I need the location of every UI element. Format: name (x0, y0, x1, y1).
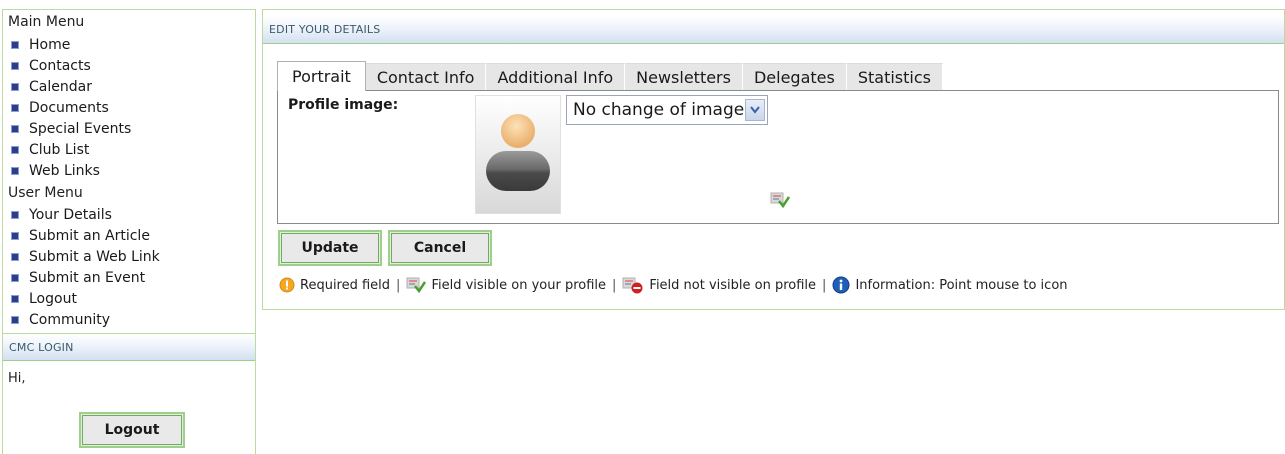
field-visible-icon (770, 192, 790, 209)
legend-separator: | (822, 277, 827, 293)
menu-item-special-events[interactable]: Special Events (11, 118, 131, 139)
field-legend: Required field | Field visible on your p… (279, 275, 1068, 295)
bullet-icon (11, 40, 19, 49)
logout-button[interactable]: Logout (79, 412, 185, 448)
menu-item-label: Submit an Article (29, 227, 150, 244)
image-change-select[interactable]: No change of image (566, 95, 768, 125)
menu-item-contacts[interactable]: Contacts (11, 55, 91, 76)
login-heading: CMC LOGIN (3, 333, 255, 361)
menu-item-submit-article[interactable]: Submit an Article (11, 225, 150, 246)
menu-item-label: Club List (29, 141, 90, 158)
menu-item-community[interactable]: Community (11, 309, 110, 330)
edit-details-panel: EDIT YOUR DETAILS Portrait Contact Info … (262, 9, 1285, 310)
greeting-text: Hi, (8, 371, 26, 386)
legend-info-text: Information: Point mouse to icon (855, 277, 1068, 293)
legend-separator: | (396, 277, 401, 293)
bullet-icon (11, 294, 19, 303)
profile-portrait (475, 95, 561, 214)
cancel-button[interactable]: Cancel (388, 230, 492, 266)
menu-item-logout[interactable]: Logout (11, 288, 77, 309)
menu-item-club-list[interactable]: Club List (11, 139, 89, 160)
bullet-icon (11, 61, 19, 70)
chevron-down-icon[interactable] (745, 99, 765, 121)
bullet-icon (11, 124, 19, 133)
legend-required-text: Required field (300, 277, 391, 293)
menu-item-label: Logout (29, 290, 77, 307)
main-menu-heading: Main Menu (8, 14, 85, 30)
sidebar: Main Menu Home Contacts Calendar Documen… (2, 9, 256, 454)
menu-item-home[interactable]: Home (11, 34, 70, 55)
required-field-icon (279, 277, 295, 293)
menu-item-label: Special Events (29, 120, 132, 137)
menu-item-label: Web Links (29, 162, 100, 179)
menu-item-documents[interactable]: Documents (11, 97, 109, 118)
bullet-icon (11, 103, 19, 112)
tab-delegates[interactable]: Delegates (742, 63, 847, 91)
bullet-icon (11, 82, 19, 91)
bullet-icon (11, 145, 19, 154)
menu-item-label: Submit a Web Link (29, 248, 160, 265)
tab-contact-info[interactable]: Contact Info (365, 63, 487, 91)
menu-item-label: Your Details (29, 206, 112, 223)
tab-portrait[interactable]: Portrait (277, 61, 366, 91)
menu-item-label: Contacts (29, 57, 91, 74)
portrait-tab-panel: Profile image: No change of image (277, 90, 1279, 224)
menu-item-label: Submit an Event (29, 269, 146, 286)
legend-not-visible-text: Field not visible on profile (649, 277, 817, 293)
menu-item-label: Documents (29, 99, 109, 116)
menu-item-web-links[interactable]: Web Links (11, 160, 100, 181)
menu-item-label: Home (29, 36, 71, 53)
profile-image-label: Profile image: (288, 97, 399, 113)
legend-separator: | (612, 277, 617, 293)
image-change-select-value: No change of image (573, 100, 745, 120)
menu-item-submit-event[interactable]: Submit an Event (11, 267, 145, 288)
avatar-placeholder-icon (486, 114, 550, 191)
bullet-icon (11, 252, 19, 261)
user-menu-heading: User Menu (8, 185, 83, 201)
menu-item-label: Community (29, 311, 111, 328)
menu-item-your-details[interactable]: Your Details (11, 204, 112, 225)
bullet-icon (11, 231, 19, 240)
menu-item-submit-web-link[interactable]: Submit a Web Link (11, 246, 160, 267)
tab-bar: Portrait Contact Info Additional Info Ne… (277, 61, 943, 91)
menu-item-calendar[interactable]: Calendar (11, 76, 92, 97)
tab-additional-info[interactable]: Additional Info (486, 63, 626, 91)
update-button[interactable]: Update (278, 230, 382, 266)
legend-visible-text: Field visible on your profile (431, 277, 607, 293)
menu-item-label: Calendar (29, 78, 92, 95)
bullet-icon (11, 166, 19, 175)
bullet-icon (11, 210, 19, 219)
tab-statistics[interactable]: Statistics (846, 63, 943, 91)
bullet-icon (11, 273, 19, 282)
panel-heading: EDIT YOUR DETAILS (263, 16, 1284, 44)
info-icon (832, 276, 850, 294)
field-visible-icon (406, 277, 427, 294)
bullet-icon (11, 315, 19, 324)
field-not-visible-icon (622, 277, 643, 294)
tab-newsletters[interactable]: Newsletters (625, 63, 743, 91)
